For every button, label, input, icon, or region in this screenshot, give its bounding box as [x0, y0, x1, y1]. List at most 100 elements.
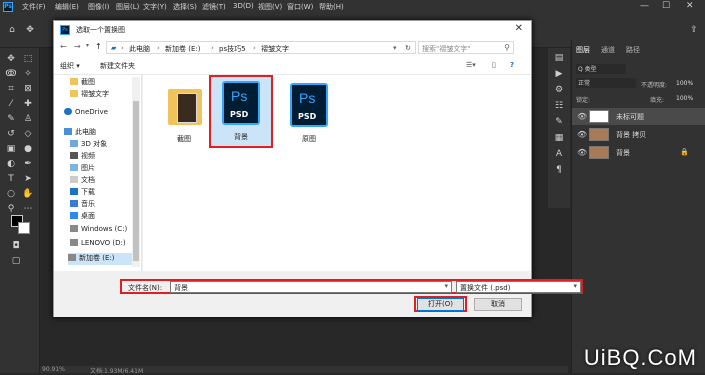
brush-settings-icon[interactable]: ✎ [553, 116, 565, 128]
blur-tool-icon[interactable]: ● [22, 143, 34, 155]
lasso-tool-icon[interactable]: ↂ [5, 68, 17, 80]
menu-filter[interactable]: 滤镜(T) [202, 2, 226, 12]
eyedropper-icon[interactable]: ⁄ [5, 98, 17, 110]
layer-row[interactable]: 👁 背景 拷贝 [572, 126, 705, 143]
maximize-button[interactable]: ☐ [662, 1, 670, 11]
tab-paths[interactable]: 路径 [626, 45, 640, 55]
move-tool-option-icon[interactable]: ✥ [24, 24, 36, 36]
menu-view[interactable]: 视图(V) [258, 2, 282, 12]
share-icon[interactable]: ⇪ [688, 24, 700, 36]
menu-edit[interactable]: 编辑(E) [55, 2, 79, 12]
gradient-tool-icon[interactable]: ▣ [5, 143, 17, 155]
layer-row[interactable]: 👁 未标可题 [572, 108, 705, 125]
sidebar-item-this-pc[interactable]: 此电脑 [64, 127, 96, 139]
sidebar-item-screenshots[interactable]: 截图 [70, 77, 95, 89]
filename-input[interactable]: 背景 ▾ [170, 281, 452, 293]
background-color-swatch[interactable] [18, 222, 30, 234]
character-panel-icon[interactable]: A [553, 148, 565, 160]
breadcrumb-item[interactable]: 新加卷 (E:) [165, 44, 200, 54]
zoom-tool-icon[interactable]: ⚲ [5, 203, 17, 215]
path-select-icon[interactable]: ➤ [22, 173, 34, 185]
menu-type[interactable]: 文字(Y) [143, 2, 167, 12]
sidebar-item-videos[interactable]: 视频 [70, 151, 95, 163]
sidebar-item-3d-objects[interactable]: 3D 对象 [70, 139, 107, 151]
refresh-button[interactable]: ↻ [405, 44, 411, 52]
file-item[interactable]: Ps PSD 原图 [279, 79, 339, 149]
back-button[interactable]: ← [60, 42, 67, 51]
home-icon[interactable]: ⌂ [6, 24, 18, 36]
breadcrumb-item[interactable]: ps技巧5 [219, 44, 246, 54]
tab-layers[interactable]: 图层 [576, 45, 590, 55]
scrollbar-thumb[interactable] [133, 101, 139, 261]
stamp-tool-icon[interactable]: ♙ [22, 113, 34, 125]
type-tool-icon[interactable]: T [5, 173, 17, 185]
move-tool-icon[interactable]: ✥ [5, 53, 17, 65]
magic-wand-icon[interactable]: ✧ [22, 68, 34, 80]
blend-mode-select[interactable]: 正常 [576, 78, 636, 88]
sidebar-item-drive-e[interactable]: 新加卷 (E:) [68, 253, 132, 265]
address-dropdown-icon[interactable]: ▾ [393, 44, 397, 52]
more-tools-icon[interactable]: ⋯ [22, 203, 34, 215]
paragraph-panel-icon[interactable]: ¶ [553, 164, 565, 176]
tab-channels[interactable]: 通道 [601, 45, 615, 55]
breadcrumb-item[interactable]: 褶皱文字 [261, 44, 289, 54]
history-brush-icon[interactable]: ↺ [5, 128, 17, 140]
menu-layer[interactable]: 图层(L) [116, 2, 139, 12]
frame-tool-icon[interactable]: ⊠ [22, 83, 34, 95]
eye-icon[interactable]: 👁 [577, 112, 587, 121]
swatches-panel-icon[interactable]: ▦ [553, 132, 565, 144]
help-icon[interactable]: ? [510, 61, 514, 69]
opacity-value[interactable]: 100% [676, 80, 693, 87]
preview-pane-icon[interactable]: ▯ [492, 61, 496, 69]
search-input[interactable]: 搜索"褶皱文字" ⚲ [418, 41, 514, 54]
menu-file[interactable]: 文件(F) [22, 2, 46, 12]
sidebar-item-desktop[interactable]: 桌面 [70, 211, 95, 223]
dodge-tool-icon[interactable]: ◐ [5, 158, 17, 170]
organize-button[interactable]: 组织 ▾ [60, 61, 80, 71]
eraser-icon[interactable]: ◇ [22, 128, 34, 140]
recent-dropdown-icon[interactable]: ▾ [86, 42, 89, 49]
screen-mode-icon[interactable]: ▢ [10, 255, 22, 267]
filetype-select[interactable]: 置换文件 (.psd) ▾ [456, 281, 581, 293]
sidebar-item-pictures[interactable]: 图片 [70, 163, 95, 175]
healing-brush-icon[interactable]: ✚ [22, 98, 34, 110]
cancel-button[interactable]: 取消 [474, 298, 522, 311]
minimize-button[interactable]: — [640, 1, 649, 11]
file-item-selected[interactable]: Ps PSD 背景 [209, 75, 273, 148]
dialog-close-button[interactable]: ✕ [515, 23, 523, 34]
menu-help[interactable]: 帮助(H) [319, 2, 344, 12]
eye-icon[interactable]: 👁 [577, 148, 587, 157]
history-panel-icon[interactable]: ▤ [553, 52, 565, 64]
sidebar-item-documents[interactable]: 文档 [70, 175, 95, 187]
file-item[interactable]: 截图 [154, 79, 214, 149]
sidebar-item-downloads[interactable]: 下载 [70, 187, 95, 199]
view-options-icon[interactable]: ☰▾ [466, 61, 476, 69]
close-app-button[interactable]: ✕ [686, 1, 694, 11]
fill-value[interactable]: 100% [676, 95, 693, 102]
properties-panel-icon[interactable]: ☷ [553, 100, 565, 112]
marquee-tool-icon[interactable]: ⬚ [22, 53, 34, 65]
menu-window[interactable]: 窗口(W) [287, 2, 313, 12]
sidebar-item-onedrive[interactable]: OneDrive [64, 108, 108, 120]
menu-3d[interactable]: 3D(D) [233, 2, 254, 10]
menu-select[interactable]: 选择(S) [173, 2, 197, 12]
sidebar-item-drive-c[interactable]: Windows (C:) [70, 225, 127, 237]
menu-image[interactable]: 图像(I) [88, 2, 110, 12]
layer-kind-filter[interactable]: Q 类型 [576, 64, 626, 74]
open-button[interactable]: 打开(O) [417, 298, 464, 311]
sidebar-item-music[interactable]: 音乐 [70, 199, 95, 211]
adjust-panel-icon[interactable]: ⚙ [553, 84, 565, 96]
ellipse-tool-icon[interactable]: ○ [5, 188, 17, 200]
forward-button[interactable]: → [74, 42, 81, 51]
brush-tool-icon[interactable]: ✎ [5, 113, 17, 125]
eye-icon[interactable]: 👁 [577, 130, 587, 139]
play-actions-icon[interactable]: ▶ [553, 68, 565, 80]
new-folder-button[interactable]: 新建文件夹 [100, 61, 135, 71]
quick-mask-icon[interactable]: ◘ [10, 240, 22, 252]
up-button[interactable]: ↑ [95, 42, 102, 51]
breadcrumb-item[interactable]: 此电脑 [129, 44, 150, 54]
layer-row[interactable]: 👁 背景 🔒 [572, 144, 705, 161]
sidebar-scrollbar[interactable] [132, 77, 140, 267]
sidebar-item-wrinkle-text[interactable]: 褶皱文字 [70, 89, 109, 101]
crop-tool-icon[interactable]: ⌗ [5, 83, 17, 95]
